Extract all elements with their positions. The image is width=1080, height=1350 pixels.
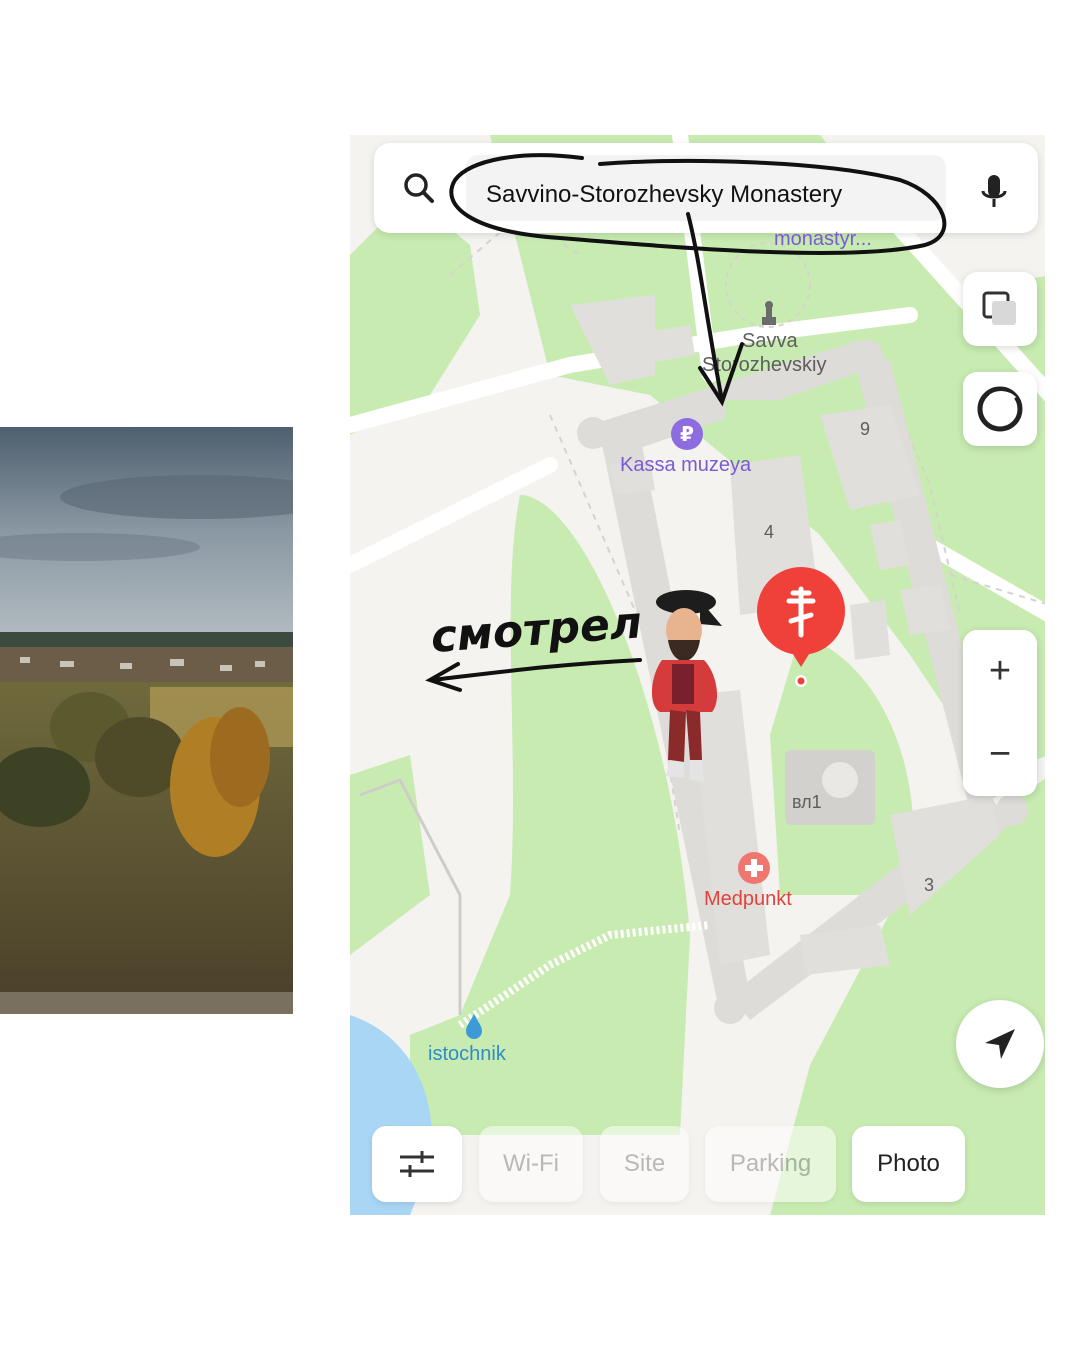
chip-wifi[interactable]: Wi-Fi	[479, 1126, 583, 1202]
label-istochnik[interactable]: istochnik	[428, 1043, 506, 1066]
label-medpunkt[interactable]: Medpunkt	[704, 888, 792, 911]
locate-arrow-icon	[985, 1029, 1015, 1059]
label-savva-line1[interactable]: Savva	[742, 330, 798, 353]
landscape-photo	[0, 427, 293, 1014]
zoom-control[interactable]: + −	[963, 630, 1037, 796]
label-kassa-muzeya[interactable]: Kassa muzeya	[620, 454, 751, 477]
zoom-out-button[interactable]: −	[963, 713, 1037, 796]
alice-icon	[977, 386, 1023, 432]
medpunkt-icon[interactable]	[737, 851, 771, 885]
label-building-9: 9	[860, 419, 871, 439]
layers-icon	[982, 291, 1016, 325]
label-monastyr[interactable]: monastyr...	[774, 228, 872, 251]
locate-button[interactable]	[956, 1000, 1044, 1088]
filter-icon	[400, 1151, 434, 1177]
search-icon[interactable]	[402, 171, 436, 205]
spring-drop-icon[interactable]	[464, 1012, 484, 1040]
filter-settings-button[interactable]	[372, 1126, 462, 1202]
zoom-in-button[interactable]: +	[963, 630, 1037, 713]
chip-photo[interactable]: Photo	[852, 1126, 965, 1202]
map-view[interactable]: Savvino-Storozhevsky Monastery monastyr.…	[350, 135, 1045, 1215]
svg-text:₽: ₽	[680, 422, 694, 446]
layers-button[interactable]	[963, 272, 1037, 346]
label-building-3: 3	[924, 875, 935, 895]
search-query-text: Savvino-Storozhevsky Monastery	[486, 181, 843, 208]
monument-icon[interactable]	[758, 299, 780, 327]
microphone-icon[interactable]	[978, 173, 1010, 213]
chip-site[interactable]: Site	[600, 1126, 689, 1202]
label-building-4: 4	[764, 522, 775, 542]
ruble-icon[interactable]: ₽	[670, 417, 704, 451]
place-marker[interactable]	[753, 565, 849, 695]
label-building-vl1: вл1	[792, 792, 822, 812]
alice-assistant-button[interactable]	[963, 372, 1037, 446]
search-bar[interactable]: Savvino-Storozhevsky Monastery	[374, 143, 1038, 233]
label-savva-line2[interactable]: Storozhevskiy	[702, 354, 827, 377]
chip-parking[interactable]: Parking	[705, 1126, 836, 1202]
